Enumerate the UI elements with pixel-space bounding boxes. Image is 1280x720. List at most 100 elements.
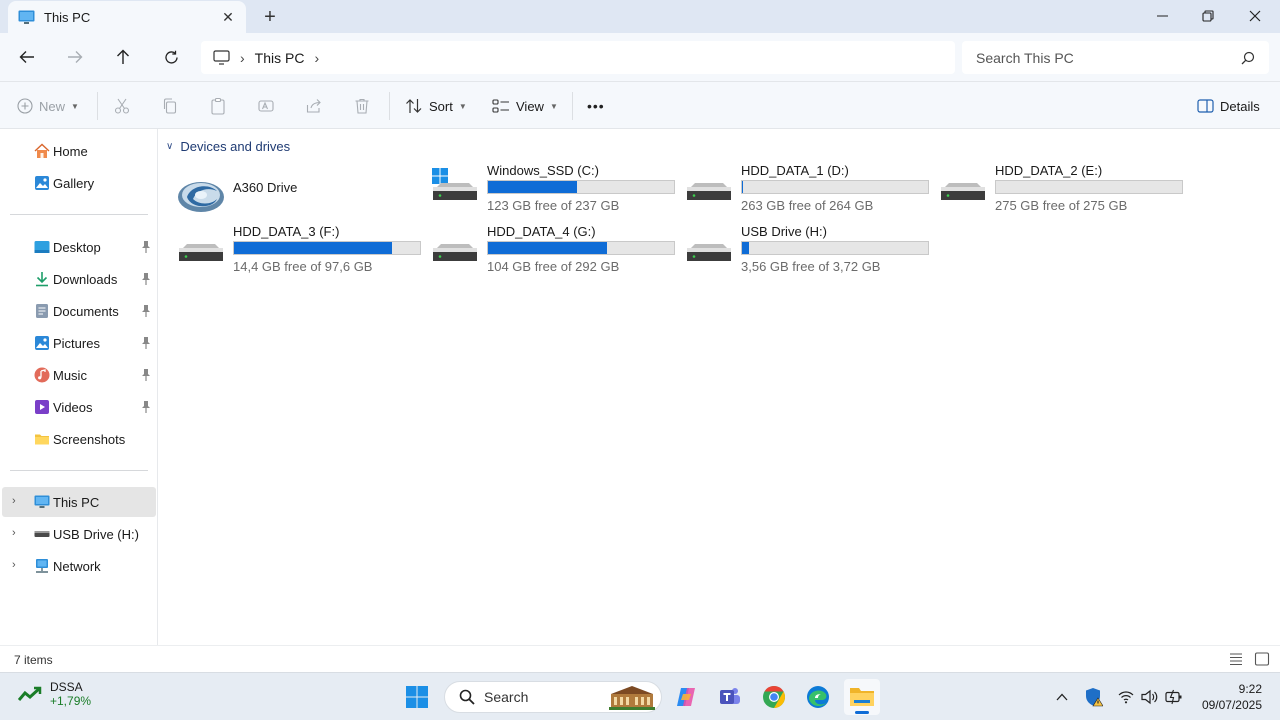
- drive-a360[interactable]: A360 Drive: [177, 171, 427, 227]
- chevron-right-icon[interactable]: ›: [12, 527, 16, 539]
- wifi-icon: [1118, 691, 1134, 704]
- rename-button[interactable]: [257, 90, 275, 122]
- defender-tray-button[interactable]: [1084, 687, 1104, 707]
- drive-usage-bar: [995, 180, 1183, 194]
- battery-tray-button[interactable]: [1164, 687, 1184, 707]
- chevron-up-icon: [1056, 693, 1068, 701]
- start-button[interactable]: [399, 679, 435, 715]
- sidebar-item-screenshots[interactable]: Screenshots: [2, 424, 156, 454]
- search-box[interactable]: Search This PC: [962, 41, 1269, 74]
- speaker-icon: [1141, 689, 1158, 705]
- large-icons-view-icon[interactable]: [1254, 651, 1270, 667]
- chrome-button[interactable]: [756, 679, 792, 715]
- address-bar[interactable]: › This PC ›: [201, 41, 955, 74]
- details-view-icon[interactable]: [1228, 651, 1244, 667]
- search-input[interactable]: Search This PC: [976, 50, 1241, 66]
- minimize-icon: [1156, 15, 1168, 17]
- back-button[interactable]: [11, 41, 43, 73]
- more-options-button[interactable]: •••: [587, 90, 605, 122]
- chrome-icon: [763, 686, 785, 708]
- pin-icon[interactable]: [140, 368, 152, 382]
- pin-icon[interactable]: [140, 272, 152, 286]
- copilot-icon: [677, 688, 695, 706]
- cut-button[interactable]: [113, 90, 131, 122]
- drive-free-space: 263 GB free of 264 GB: [741, 198, 874, 213]
- new-tab-button[interactable]: +: [256, 3, 284, 31]
- pin-icon[interactable]: [140, 240, 152, 254]
- sort-button[interactable]: Sort ▼: [405, 90, 467, 122]
- drive-usage-bar: [487, 180, 675, 194]
- chevron-right-icon[interactable]: ›: [12, 495, 16, 507]
- pin-icon[interactable]: [140, 400, 152, 414]
- drive-usb-drive-h[interactable]: USB Drive (H:) 3,56 GB free of 3,72 GB: [685, 224, 935, 280]
- show-hidden-icons-button[interactable]: [1052, 687, 1072, 707]
- share-button[interactable]: [305, 90, 323, 122]
- pin-icon[interactable]: [140, 336, 152, 350]
- drive-hdd-data-4-g[interactable]: HDD_DATA_4 (G:) 104 GB free of 292 GB: [431, 224, 681, 280]
- forward-button[interactable]: [59, 41, 91, 73]
- drive-name: A360 Drive: [233, 180, 298, 195]
- edge-icon: [807, 686, 829, 708]
- tab-this-pc[interactable]: This PC ✕: [8, 1, 246, 33]
- usb-drive-icon: [34, 526, 50, 542]
- refresh-button[interactable]: [155, 41, 187, 73]
- sidebar-item-gallery[interactable]: Gallery: [2, 168, 156, 198]
- close-window-button[interactable]: [1232, 0, 1278, 32]
- group-title: Devices and drives: [180, 139, 291, 154]
- arrow-right-icon: [68, 51, 83, 63]
- restore-icon: [1202, 10, 1214, 22]
- sidebar-item-label: Videos: [53, 399, 93, 415]
- edge-button[interactable]: [800, 679, 836, 715]
- sidebar-item-network[interactable]: › Network: [2, 551, 156, 581]
- drive-free-space: 275 GB free of 275 GB: [995, 198, 1128, 213]
- divider: [10, 214, 148, 215]
- drive-name: HDD_DATA_3 (F:): [233, 224, 340, 239]
- sidebar-item-usb-drive[interactable]: › USB Drive (H:): [2, 519, 156, 549]
- group-header-devices[interactable]: ∨ Devices and drives: [166, 139, 290, 154]
- drive-hdd-data-3-f[interactable]: HDD_DATA_3 (F:) 14,4 GB free of 97,6 GB: [177, 224, 427, 280]
- taskbar-search[interactable]: Search: [444, 681, 662, 713]
- details-pane-button[interactable]: Details: [1197, 90, 1260, 122]
- delete-button[interactable]: [353, 90, 371, 122]
- breadcrumb-this-pc[interactable]: This PC: [255, 50, 305, 66]
- sidebar-item-downloads[interactable]: Downloads: [2, 264, 156, 294]
- drive-hdd-data-2-e[interactable]: HDD_DATA_2 (E:) 275 GB free of 275 GB: [939, 163, 1189, 219]
- copy-button[interactable]: [161, 90, 179, 122]
- drive-hdd-data-1-d[interactable]: HDD_DATA_1 (D:) 263 GB free of 264 GB: [685, 163, 935, 219]
- sidebar-item-videos[interactable]: Videos: [2, 392, 156, 422]
- sidebar-item-home[interactable]: Home: [2, 136, 156, 166]
- copilot-button[interactable]: [668, 679, 704, 715]
- teams-button[interactable]: [712, 679, 748, 715]
- command-bar: New ▼ Sort ▼ View ▼ ••• Details: [0, 82, 1280, 129]
- documents-folder-icon: [34, 303, 50, 319]
- clock[interactable]: 9:22 09/07/2025: [1202, 681, 1262, 713]
- volume-tray-button[interactable]: [1140, 687, 1160, 707]
- sidebar-item-this-pc[interactable]: › This PC: [2, 487, 156, 517]
- up-button[interactable]: [107, 41, 139, 73]
- file-explorer-button[interactable]: [844, 679, 880, 715]
- view-label: View: [516, 98, 544, 114]
- chevron-right-icon[interactable]: ›: [12, 559, 16, 571]
- sidebar-item-music[interactable]: Music: [2, 360, 156, 390]
- new-button[interactable]: New ▼: [17, 90, 79, 122]
- paste-button[interactable]: [209, 90, 227, 122]
- trash-icon: [355, 98, 369, 114]
- chevron-right-icon[interactable]: ›: [314, 50, 319, 66]
- minimize-button[interactable]: [1139, 0, 1185, 32]
- stock-chart-icon: [18, 686, 42, 701]
- close-tab-button[interactable]: ✕: [214, 4, 242, 30]
- sidebar-item-label: Screenshots: [53, 431, 126, 447]
- restore-button[interactable]: [1185, 0, 1231, 32]
- wifi-tray-button[interactable]: [1116, 687, 1136, 707]
- new-label: New: [39, 98, 66, 114]
- sidebar-item-pictures[interactable]: Pictures: [2, 328, 156, 358]
- pin-icon[interactable]: [140, 304, 152, 318]
- view-button[interactable]: View ▼: [492, 90, 558, 122]
- widgets-button[interactable]: DSSA +1,79%: [18, 680, 91, 708]
- sidebar-item-desktop[interactable]: Desktop: [2, 232, 156, 262]
- details-pane-icon: [1197, 99, 1214, 113]
- drive-windows-ssd-c[interactable]: Windows_SSD (C:) 123 GB free of 237 GB: [431, 163, 681, 219]
- drive-name: USB Drive (H:): [741, 224, 827, 239]
- sidebar-item-documents[interactable]: Documents: [2, 296, 156, 326]
- drive-free-space: 14,4 GB free of 97,6 GB: [233, 259, 373, 274]
